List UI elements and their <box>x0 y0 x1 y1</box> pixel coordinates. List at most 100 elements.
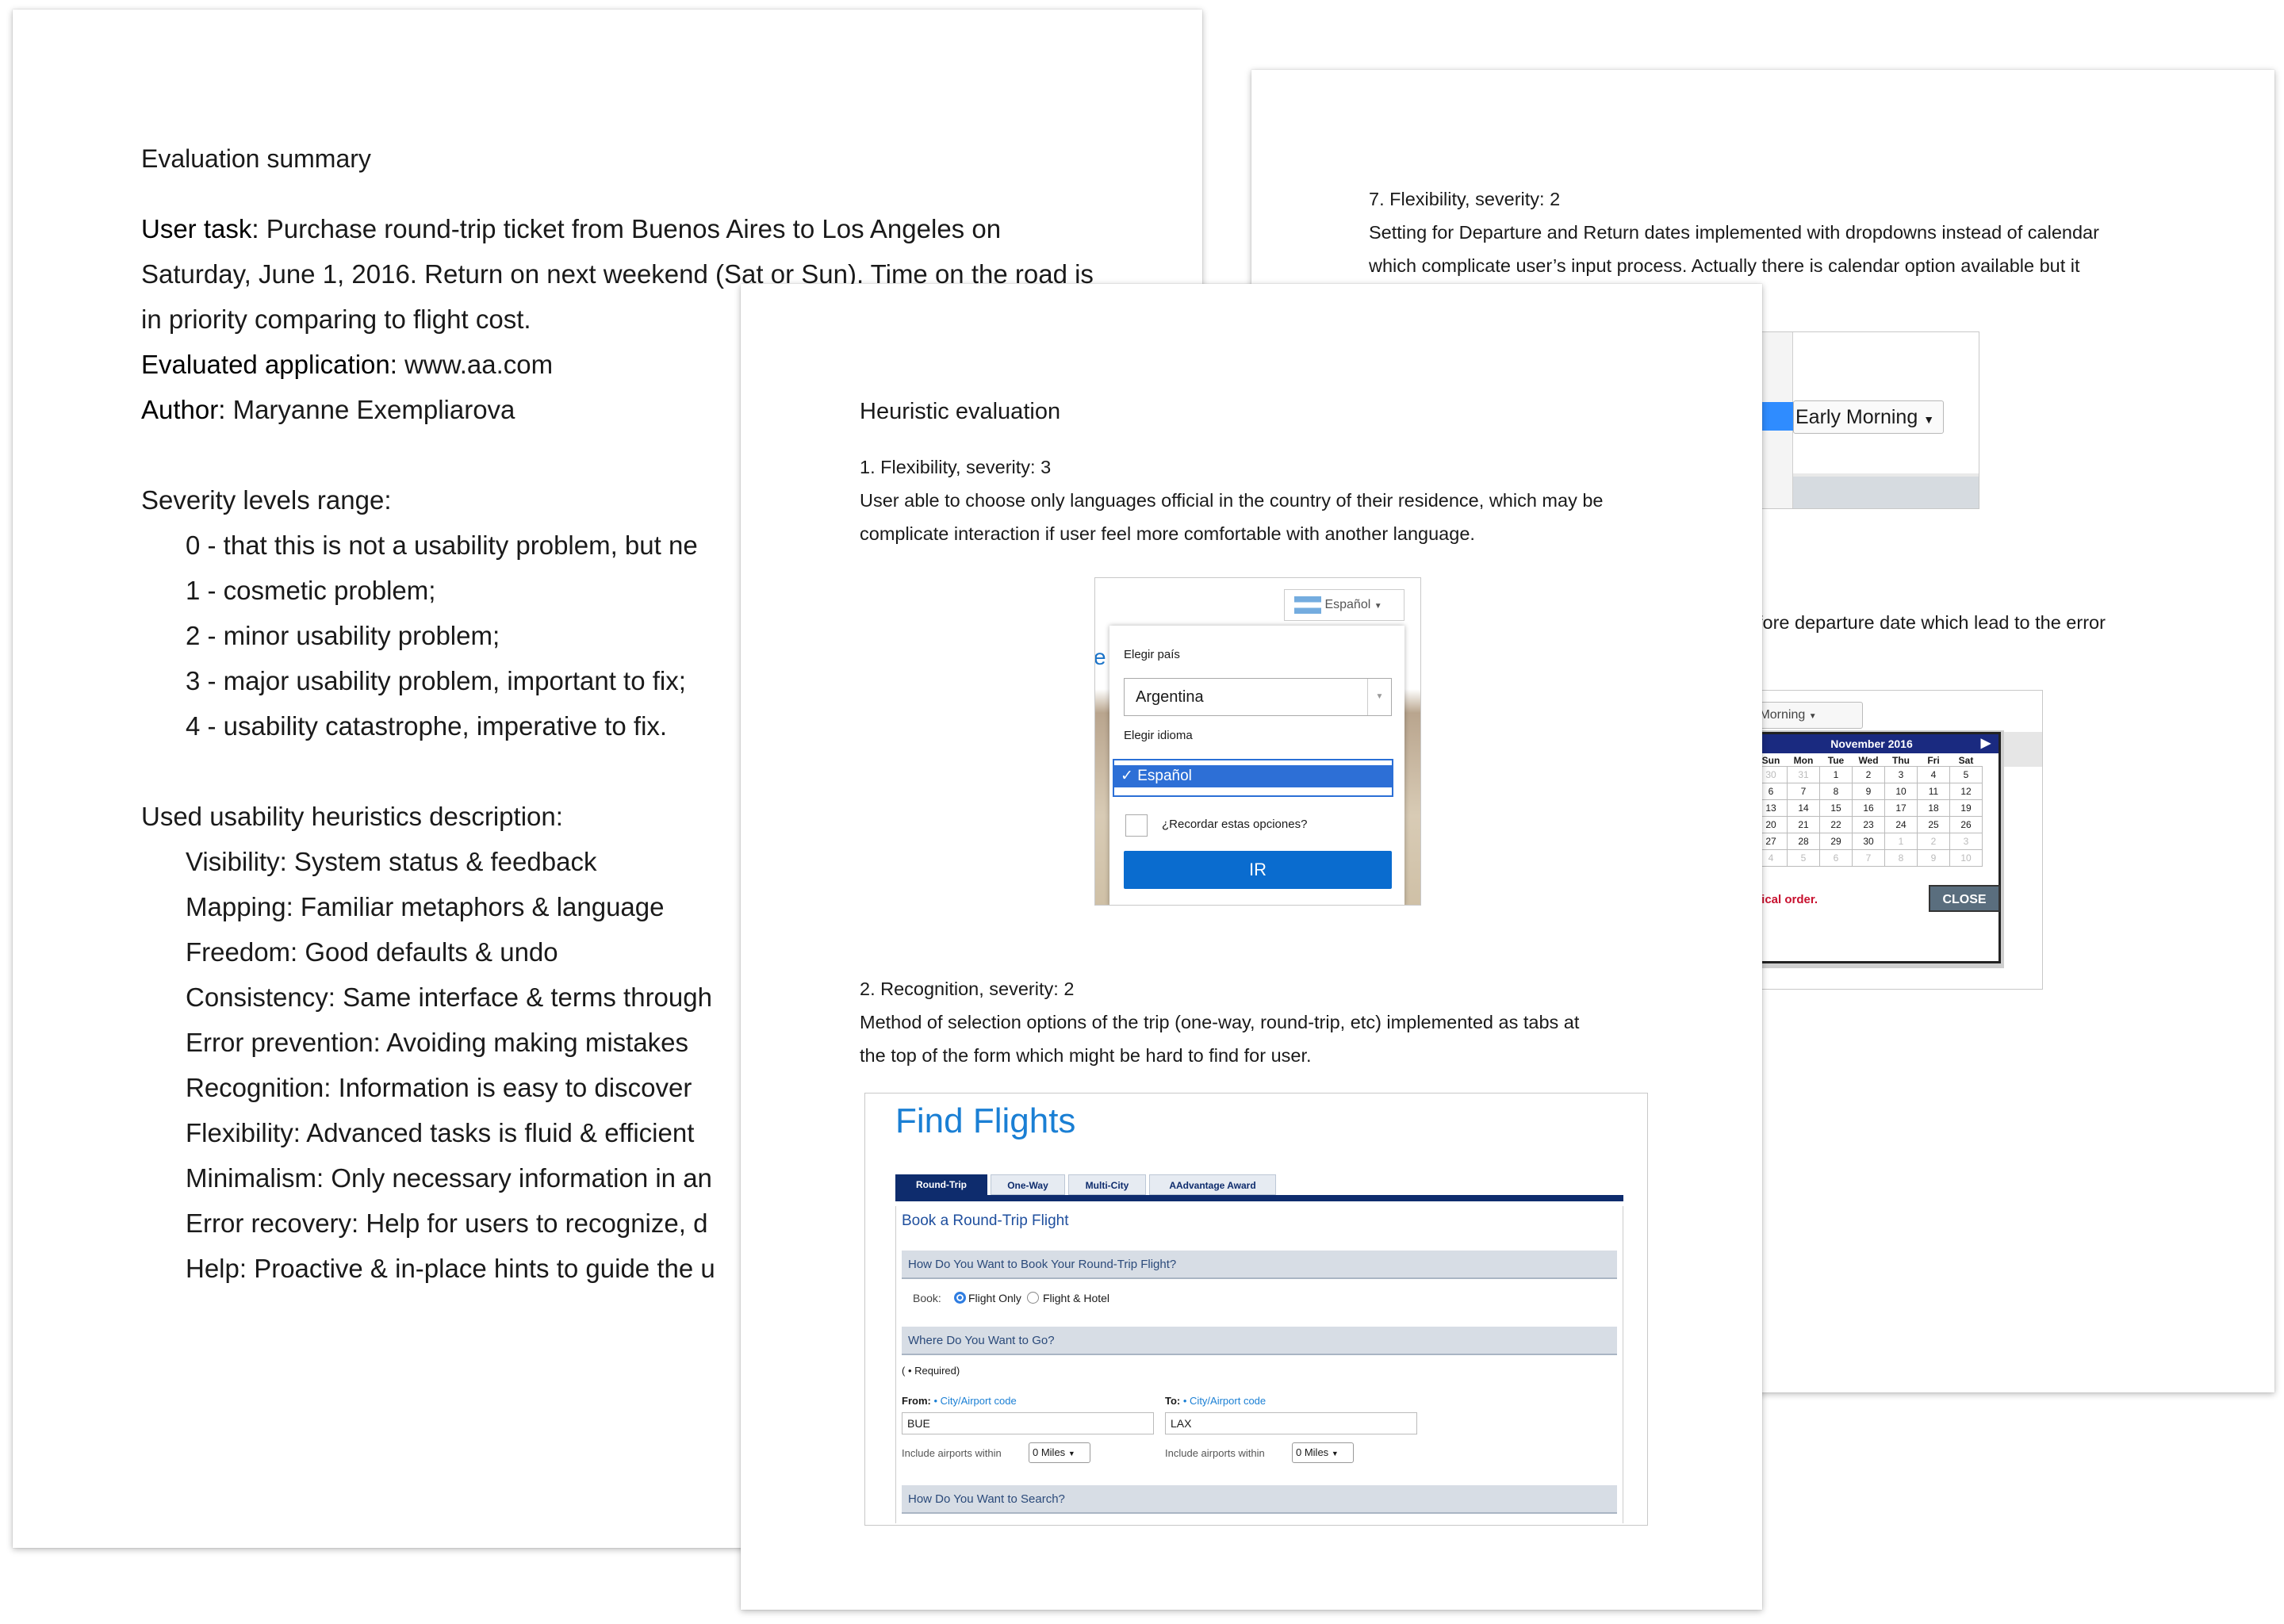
heuristic-item: Visibility: System status & feedback <box>186 847 597 876</box>
calendar-day[interactable]: 6 <box>1819 849 1853 867</box>
calendar-day[interactable]: 10 <box>1884 783 1918 800</box>
language-option-selected[interactable]: ✓ Español <box>1114 765 1392 787</box>
argentina-flag-icon <box>1294 596 1321 614</box>
caret-down-icon: ▼ <box>1067 1450 1075 1457</box>
calendar-day[interactable]: 8 <box>1884 849 1918 867</box>
calendar-day[interactable]: 31 <box>1787 766 1820 783</box>
calendar-day[interactable]: 22 <box>1819 816 1853 833</box>
app-value: www.aa.com <box>404 350 554 379</box>
calendar-day[interactable]: 5 <box>1949 766 1983 783</box>
calendar-day[interactable]: 21 <box>1787 816 1820 833</box>
author-line: Author: Maryanne Exempliarova <box>141 387 515 432</box>
heuristic-item: Recognition: Information is easy to disc… <box>186 1073 692 1102</box>
heuristics-title: Used usability heuristics description: <box>141 802 563 831</box>
item7-line: Setting for Departure and Return dates i… <box>1369 222 2099 243</box>
calendar-day[interactable]: 16 <box>1852 799 1885 817</box>
book-subtitle: Book a Round-Trip Flight <box>902 1212 1069 1229</box>
remember-label: ¿Recordar estas opciones? <box>1162 818 1308 831</box>
close-button[interactable]: CLOSE <box>1929 885 2000 912</box>
caret-down-icon: ▼ <box>1331 1450 1339 1457</box>
calendar-day[interactable]: 5 <box>1787 849 1820 867</box>
remember-checkbox[interactable] <box>1125 814 1148 837</box>
calendar-day[interactable]: 3 <box>1949 833 1983 850</box>
flight-only-label: Flight Only <box>968 1292 1021 1304</box>
caret-down-icon: ▼ <box>1923 413 1935 426</box>
calendar-day[interactable]: 29 <box>1819 833 1853 850</box>
day-header: Mon <box>1793 755 1814 766</box>
trip-tabs: Round-Trip One-Way Multi-City AAdvantage… <box>895 1174 1623 1201</box>
from-label: From: <box>902 1395 931 1407</box>
calendar-day[interactable]: 3 <box>1884 766 1918 783</box>
dropdown-screenshot: Early Morning ▼ <box>1761 331 1979 509</box>
tab-round-trip[interactable]: Round-Trip <box>895 1174 987 1195</box>
severity-title: Severity levels range: <box>141 485 392 515</box>
language-button[interactable]: Español ▼ <box>1284 589 1405 621</box>
calendar-day[interactable]: 12 <box>1949 783 1983 800</box>
to-code-link[interactable]: • City/Airport code <box>1183 1395 1266 1407</box>
severity-item: 0 - that this is not a usability problem… <box>186 530 698 560</box>
language-screenshot: e Español ▼ Elegir país Argentina ▼ Elegi… <box>1094 577 1421 906</box>
calendar-day[interactable]: 1 <box>1819 766 1853 783</box>
calendar-day[interactable]: 19 <box>1949 799 1983 817</box>
flight-only-radio[interactable] <box>954 1292 966 1304</box>
calendar-day[interactable]: 7 <box>1852 849 1885 867</box>
task-label: User task: <box>141 214 259 243</box>
calendar-day[interactable]: 11 <box>1917 783 1950 800</box>
language-select[interactable]: ✓ Español <box>1113 759 1393 797</box>
calendar-day[interactable]: 18 <box>1917 799 1950 817</box>
country-select[interactable]: Argentina ▼ <box>1124 678 1392 716</box>
to-miles-select[interactable]: 0 Miles ▼ <box>1292 1442 1354 1463</box>
calendar-screenshot: November 2016 ▶ Sun Mon Tue Wed Thu Fri Sat 30 3… <box>1742 690 2043 990</box>
item2-line: the top of the form which might be hard … <box>860 1045 1312 1066</box>
heuristic-title: Heuristic evaluation <box>860 399 1061 424</box>
bg-letter: e <box>1094 645 1106 669</box>
heuristic-item: Consistency: Same interface & terms thro… <box>186 982 712 1012</box>
caret-down-icon: ▼ <box>1808 712 1817 721</box>
flight-hotel-label: Flight & Hotel <box>1043 1292 1110 1304</box>
author-value: Maryanne Exempliarova <box>232 395 515 424</box>
tab-aadvantage-award[interactable]: AAdvantage Award <box>1149 1174 1276 1195</box>
calendar-day[interactable]: 28 <box>1787 833 1820 850</box>
severity-item: 2 - minor usability problem; <box>186 621 500 650</box>
section-search: How Do You Want to Search? <box>902 1485 1617 1514</box>
calendar-day[interactable]: 23 <box>1852 816 1885 833</box>
calendar-day[interactable]: 17 <box>1884 799 1918 817</box>
calendar-day[interactable]: 7 <box>1787 783 1820 800</box>
tab-multi-city[interactable]: Multi-City <box>1068 1174 1146 1195</box>
go-button[interactable]: IR <box>1124 851 1392 889</box>
from-miles-select[interactable]: 0 Miles ▼ <box>1029 1442 1090 1463</box>
calendar-day[interactable]: 15 <box>1819 799 1853 817</box>
item7-line: which complicate user’s input process. A… <box>1369 255 2080 276</box>
from-input[interactable]: BUE <box>902 1412 1154 1434</box>
calendar-day[interactable]: 9 <box>1852 783 1885 800</box>
calendar-day[interactable]: 24 <box>1884 816 1918 833</box>
task-line-3: in priority comparing to flight cost. <box>141 304 531 334</box>
calendar-day[interactable]: 4 <box>1917 766 1950 783</box>
day-header: Fri <box>1927 755 1940 766</box>
calendar-day[interactable]: 1 <box>1884 833 1918 850</box>
calendar-day[interactable]: 25 <box>1917 816 1950 833</box>
calendar-day[interactable]: 30 <box>1852 833 1885 850</box>
calendar-day[interactable]: 10 <box>1949 849 1983 867</box>
calendar-popup: November 2016 ▶ Sun Mon Tue Wed Thu Fri Sat 30 3… <box>1742 732 2001 963</box>
heuristic-item: Minimalism: Only necessary information i… <box>186 1163 712 1193</box>
next-month-icon[interactable]: ▶ <box>1981 734 1991 753</box>
calendar-day[interactable]: 8 <box>1819 783 1853 800</box>
calendar-day[interactable]: 2 <box>1852 766 1885 783</box>
calendar-day[interactable]: 14 <box>1787 799 1820 817</box>
calendar-day[interactable]: 26 <box>1949 816 1983 833</box>
calendar-day[interactable]: 9 <box>1917 849 1950 867</box>
departure-time-dropdown[interactable]: Early Morning ▼ <box>1793 400 1944 434</box>
flight-hotel-radio[interactable] <box>1027 1292 1039 1304</box>
severity-item: 4 - usability catastrophe, imperative to… <box>186 711 668 741</box>
heuristic-item: Help: Proactive & in-place hints to guid… <box>186 1254 715 1283</box>
summary-title: Evaluation summary <box>141 144 371 173</box>
calendar-day[interactable]: 2 <box>1917 833 1950 850</box>
tab-one-way[interactable]: One-Way <box>991 1174 1065 1195</box>
book-label: Book: <box>913 1292 941 1304</box>
country-label: Elegir país <box>1124 648 1180 661</box>
severity-item: 3 - major usability problem, important t… <box>186 666 686 695</box>
from-code-link[interactable]: • City/Airport code <box>933 1395 1016 1407</box>
user-task-line: User task: Purchase round-trip ticket fr… <box>141 206 1001 251</box>
to-input[interactable]: LAX <box>1165 1412 1417 1434</box>
